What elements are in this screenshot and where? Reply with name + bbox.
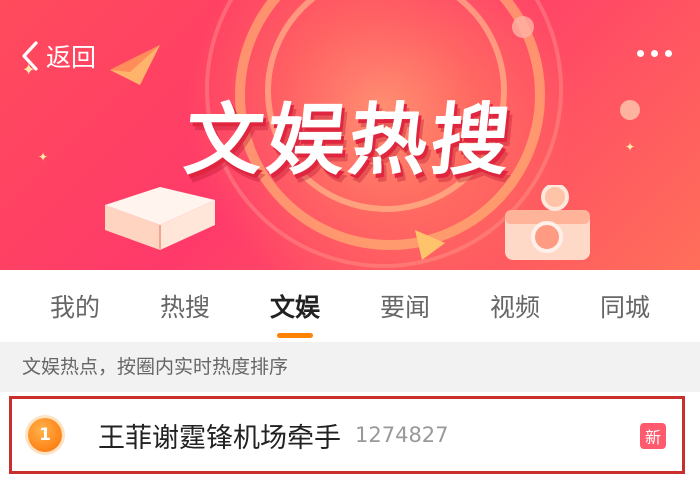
more-options-button[interactable] xyxy=(637,50,672,57)
tab-news[interactable]: 要闻 xyxy=(372,288,438,324)
back-button[interactable]: 返回 xyxy=(18,38,96,74)
triangle-decoration xyxy=(415,230,445,260)
tab-hot-search[interactable]: 热搜 xyxy=(152,288,218,324)
new-badge: 新 xyxy=(640,423,666,449)
more-dot-icon xyxy=(665,50,672,57)
item-title: 王菲谢霆锋机场牵手 xyxy=(98,422,341,454)
tab-video[interactable]: 视频 xyxy=(482,288,548,324)
camera-icon xyxy=(505,185,590,260)
tab-mine[interactable]: 我的 xyxy=(42,288,108,324)
tab-entertainment[interactable]: 文娱 xyxy=(262,288,328,324)
more-dot-icon xyxy=(651,50,658,57)
chevron-left-icon xyxy=(22,41,38,71)
list-item[interactable]: 1 王菲谢霆锋机场牵手 1274827 新 xyxy=(9,396,685,474)
item-heat-count: 1274827 xyxy=(355,423,449,447)
rank-badge: 1 xyxy=(28,418,62,452)
header-banner: ✦ ✦ ✦ 文娱热搜 返回 xyxy=(0,0,700,270)
circle-decoration xyxy=(512,16,534,38)
back-label: 返回 xyxy=(46,43,97,72)
banner-title: 文娱热搜 xyxy=(180,96,518,186)
category-tabs: 我的 热搜 文娱 要闻 视频 同城 xyxy=(0,270,700,342)
more-dot-icon xyxy=(637,50,644,57)
section-description: 文娱热点，按圈内实时热度排序 xyxy=(0,342,700,392)
tab-local[interactable]: 同城 xyxy=(592,288,658,324)
